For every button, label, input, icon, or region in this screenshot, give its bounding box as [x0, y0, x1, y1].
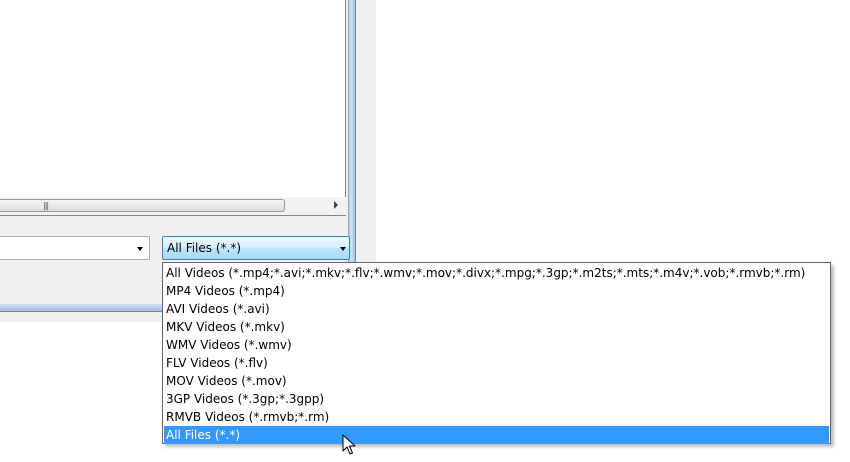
scroll-right-arrow-icon[interactable] [334, 201, 338, 209]
scrollbar-thumb[interactable]: ||| [0, 199, 285, 212]
dropdown-option-all-videos[interactable]: All Videos (*.mp4;*.avi;*.mkv;*.flv;*.wm… [164, 264, 829, 282]
file-name-combobox[interactable] [0, 236, 150, 260]
dropdown-option-flv[interactable]: FLV Videos (*.flv) [164, 354, 829, 372]
dropdown-option-rmvb[interactable]: RMVB Videos (*.rmvb;*.rm) [164, 408, 829, 426]
file-type-dropdown-list[interactable]: All Videos (*.mp4;*.avi;*.mkv;*.flv;*.wm… [162, 262, 831, 444]
arrow-pointer-icon [342, 434, 356, 455]
dropdown-option-mov[interactable]: MOV Videos (*.mov) [164, 372, 829, 390]
dropdown-option-all-files[interactable]: All Files (*.*) [164, 426, 829, 444]
file-type-selected-value: All Files (*.*) [167, 241, 242, 255]
dropdown-option-avi[interactable]: AVI Videos (*.avi) [164, 300, 829, 318]
file-list-pane[interactable]: ||| [0, 0, 346, 216]
dropdown-option-mkv[interactable]: MKV Videos (*.mkv) [164, 318, 829, 336]
file-type-combobox[interactable]: All Files (*.*) [162, 236, 350, 260]
dropdown-option-wmv[interactable]: WMV Videos (*.wmv) [164, 336, 829, 354]
chevron-down-icon[interactable] [340, 247, 346, 251]
dropdown-option-mp4[interactable]: MP4 Videos (*.mp4) [164, 282, 829, 300]
horizontal-scrollbar[interactable]: ||| [0, 197, 346, 215]
chevron-down-icon[interactable] [137, 247, 143, 251]
dropdown-option-3gp[interactable]: 3GP Videos (*.3gp;*.3gpp) [164, 390, 829, 408]
scroll-grip-icon: ||| [43, 201, 49, 210]
